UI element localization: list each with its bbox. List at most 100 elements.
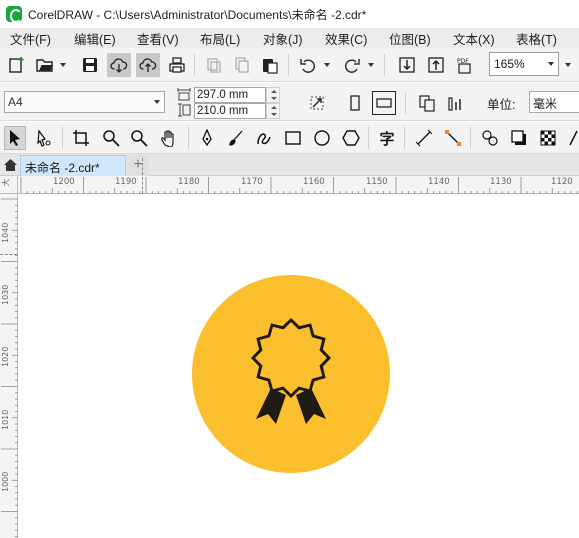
toolbox-separator xyxy=(404,127,405,149)
page-height-input[interactable]: 210.0 mm xyxy=(194,103,266,119)
publish-pdf-icon[interactable]: PDF xyxy=(453,53,477,77)
ruler-v-label: 1010 xyxy=(1,409,10,430)
zoom-tool-icon[interactable] xyxy=(100,126,122,150)
paste-icon[interactable] xyxy=(258,53,282,77)
redo-dropdown-icon[interactable] xyxy=(368,63,374,67)
undo-icon[interactable] xyxy=(296,53,320,77)
toolbox-separator xyxy=(188,127,189,149)
toolbar-separator xyxy=(288,54,289,76)
ruler-h-label: 1180 xyxy=(178,177,200,187)
export-icon[interactable] xyxy=(424,53,448,77)
crop-tool-icon[interactable] xyxy=(70,126,92,150)
toolbar-options-icon[interactable] xyxy=(565,63,571,67)
blend-tool-icon[interactable] xyxy=(479,126,501,150)
drawing-canvas[interactable] xyxy=(19,195,579,538)
height-icon xyxy=(177,103,191,117)
new-document-icon[interactable] xyxy=(5,53,29,77)
ruler-v-label: 1000 xyxy=(1,471,10,492)
dimension-tool-icon[interactable] xyxy=(413,126,435,150)
chevron-down-icon xyxy=(548,62,554,66)
print-icon[interactable] xyxy=(165,53,189,77)
ellipse-tool-icon[interactable] xyxy=(311,126,333,150)
ruler-h-label: 1150 xyxy=(366,177,388,187)
zoom-out-tool-icon[interactable] xyxy=(128,126,150,150)
cloud-download-icon[interactable] xyxy=(107,53,131,77)
width-spinner[interactable] xyxy=(266,87,280,103)
menu-layout[interactable]: 布局(L) xyxy=(200,29,240,48)
ruler-v-label: 1040 xyxy=(1,222,10,243)
page-size-value: A4 xyxy=(8,95,23,109)
menu-file[interactable]: 文件(F) xyxy=(10,29,51,48)
polygon-tool-icon[interactable] xyxy=(340,126,362,150)
document-tab[interactable]: 未命名 -2.cdr* xyxy=(20,155,126,176)
open-folder-icon[interactable] xyxy=(33,53,57,77)
transparency-icon[interactable] xyxy=(537,126,559,150)
pick-tool-icon[interactable] xyxy=(4,126,26,150)
rectangle-tool-icon[interactable] xyxy=(282,126,304,150)
home-icon[interactable] xyxy=(0,154,20,176)
ruler-h-label: 1140 xyxy=(428,177,450,187)
toolbar-separator xyxy=(384,54,385,76)
menu-object[interactable]: 对象(J) xyxy=(263,29,303,48)
ruler-h-label: 1190 xyxy=(115,177,137,187)
page-width-value: 297.0 mm xyxy=(197,89,249,101)
cloud-upload-icon[interactable] xyxy=(136,53,160,77)
add-tab-button[interactable]: + xyxy=(127,155,149,176)
menu-text[interactable]: 文本(X) xyxy=(453,29,495,48)
height-spinner[interactable] xyxy=(266,103,280,119)
zoom-level-select[interactable]: 165% xyxy=(489,52,559,76)
shape-tool-icon[interactable] xyxy=(33,126,55,150)
all-pages-icon[interactable] xyxy=(415,91,439,115)
chevron-down-icon xyxy=(154,100,160,104)
ruler-h-label: 1130 xyxy=(490,177,512,187)
page-width-input[interactable]: 297.0 mm xyxy=(194,87,266,103)
portrait-icon[interactable] xyxy=(343,91,367,115)
units-value: 毫米 xyxy=(533,97,558,111)
current-page-icon[interactable] xyxy=(444,91,468,115)
ruler-origin[interactable]: 大 xyxy=(0,176,18,194)
cut-icon[interactable] xyxy=(202,53,226,77)
page-size-select[interactable]: A4 xyxy=(4,91,165,113)
toolbox-separator xyxy=(368,127,369,149)
coreldraw-logo-icon xyxy=(6,6,22,23)
pen-tool-icon[interactable] xyxy=(196,126,218,150)
open-dropdown-icon[interactable] xyxy=(60,63,66,67)
import-icon[interactable] xyxy=(395,53,419,77)
pan-tool-icon[interactable] xyxy=(158,126,180,150)
property-separator xyxy=(405,92,406,114)
text-tool-icon[interactable]: 字 xyxy=(376,126,398,150)
copy-icon[interactable] xyxy=(230,53,254,77)
width-icon xyxy=(177,87,191,101)
ruler-v-label: 1030 xyxy=(1,284,10,305)
menu-effects[interactable]: 效果(C) xyxy=(325,29,367,48)
undo-dropdown-icon[interactable] xyxy=(324,63,330,67)
page-height-value: 210.0 mm xyxy=(197,105,249,117)
menu-view[interactable]: 查看(V) xyxy=(137,29,179,48)
units-label: 单位: xyxy=(487,98,516,112)
menu-edit[interactable]: 编辑(E) xyxy=(74,29,116,48)
title-bar: CorelDRAW - C:\Users\Administrator\Docum… xyxy=(0,0,579,28)
ruler-h-label: 1170 xyxy=(241,177,263,187)
window-title: CorelDRAW - C:\Users\Administrator\Docum… xyxy=(28,7,367,22)
connector-tool-icon[interactable] xyxy=(442,126,464,150)
ruler-corner-label: 大 xyxy=(1,178,11,187)
transform-origin-icon[interactable] xyxy=(305,91,329,115)
save-icon[interactable] xyxy=(78,53,102,77)
menu-bar: 文件(F) 编辑(E) 查看(V) 布局(L) 对象(J) 效果(C) 位图(B… xyxy=(0,28,579,48)
redo-icon[interactable] xyxy=(340,53,364,77)
artwork xyxy=(192,275,390,473)
drop-shadow-icon[interactable] xyxy=(508,126,530,150)
units-select[interactable]: 毫米 xyxy=(529,91,579,113)
landscape-icon[interactable] xyxy=(372,91,396,115)
menu-table[interactable]: 表格(T) xyxy=(516,29,557,48)
color-tool-icon[interactable] xyxy=(566,126,579,150)
ruler-h-label: 1200 xyxy=(53,177,75,187)
smart-drawing-icon[interactable] xyxy=(253,126,275,150)
toolbar-separator xyxy=(194,54,195,76)
document-tab-label: 未命名 -2.cdr* xyxy=(25,161,100,175)
toolbox-separator xyxy=(470,127,471,149)
ruler-guide-marker xyxy=(142,158,143,194)
menu-bitmap[interactable]: 位图(B) xyxy=(389,29,431,48)
toolbox-separator xyxy=(62,127,63,149)
artistic-media-icon[interactable] xyxy=(225,126,247,150)
